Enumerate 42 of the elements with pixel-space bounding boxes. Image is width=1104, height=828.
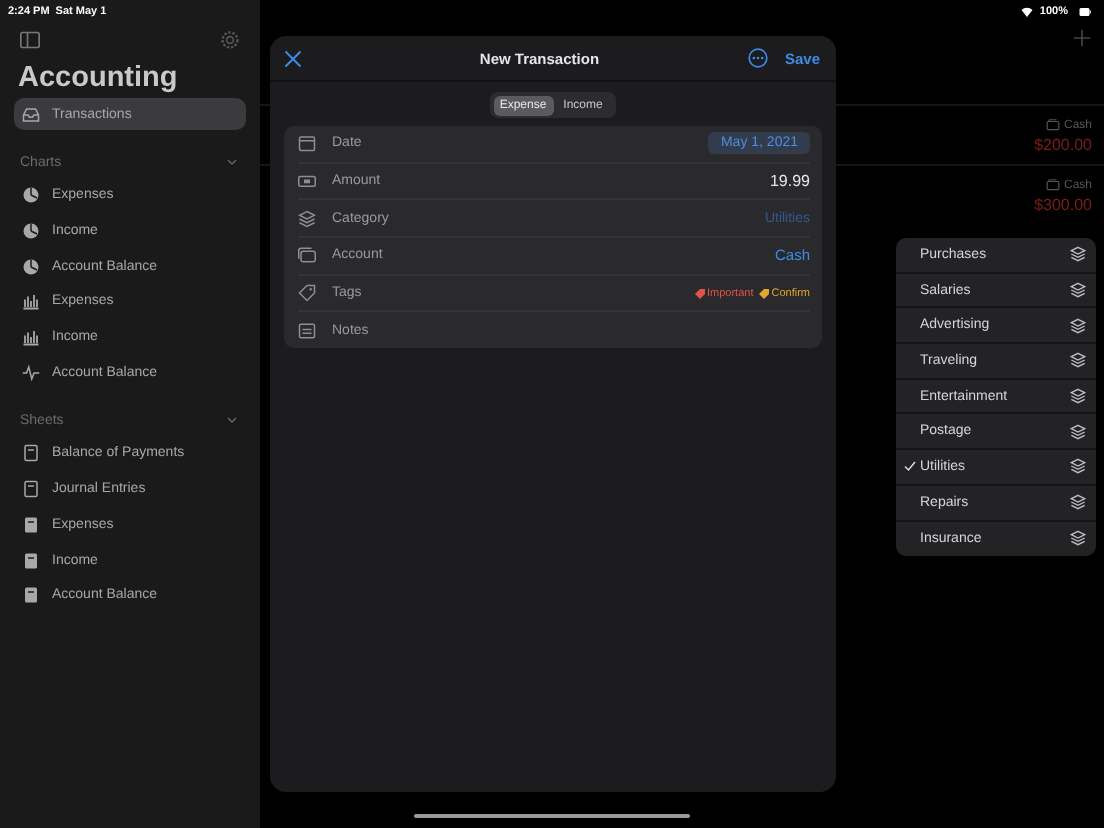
stack-icon (1070, 246, 1086, 263)
close-icon[interactable] (284, 49, 302, 67)
notes-icon (298, 321, 316, 340)
line-chart-icon (22, 363, 40, 382)
tag-icon (298, 284, 316, 303)
pie-chart-icon (22, 257, 40, 276)
amount-label: $300.00 (1034, 196, 1092, 214)
chevron-icon[interactable] (226, 156, 238, 168)
settings-icon[interactable] (220, 30, 240, 50)
document-icon (22, 551, 40, 570)
battery-icon (1074, 5, 1096, 17)
stack-icon (1070, 317, 1086, 334)
stack-icon (1070, 458, 1086, 475)
amount-value[interactable]: 19.99 (769, 172, 810, 191)
chevron-icon[interactable] (226, 414, 238, 427)
wallet-icon (1045, 178, 1060, 192)
stack-icon (1070, 388, 1086, 405)
document-icon (22, 586, 40, 605)
document-icon (22, 480, 40, 499)
tray-icon (22, 105, 40, 123)
sidebar-title: Accounting (18, 62, 180, 94)
bar-chart-icon (22, 292, 40, 311)
pie-chart-icon (22, 222, 40, 241)
stack-icon (1070, 423, 1086, 440)
calendar-icon (298, 134, 316, 153)
stack-icon (1070, 352, 1086, 369)
sidebar-toggle-icon[interactable] (20, 30, 40, 50)
add-icon[interactable] (1072, 28, 1092, 48)
wifi-icon (1019, 5, 1034, 17)
stack-icon (298, 209, 316, 228)
stack-icon (1070, 282, 1086, 299)
more-icon[interactable] (748, 48, 769, 68)
document-icon (22, 444, 40, 463)
bar-chart-icon (22, 328, 40, 347)
pie-chart-icon (22, 186, 40, 205)
wallet-icon (1045, 118, 1060, 132)
amount-label: $200.00 (1034, 136, 1092, 154)
banknote-icon (298, 172, 316, 191)
stack-icon (1070, 494, 1086, 511)
stack-icon (1070, 530, 1086, 547)
wallet-icon (298, 246, 316, 265)
document-icon (22, 515, 40, 534)
